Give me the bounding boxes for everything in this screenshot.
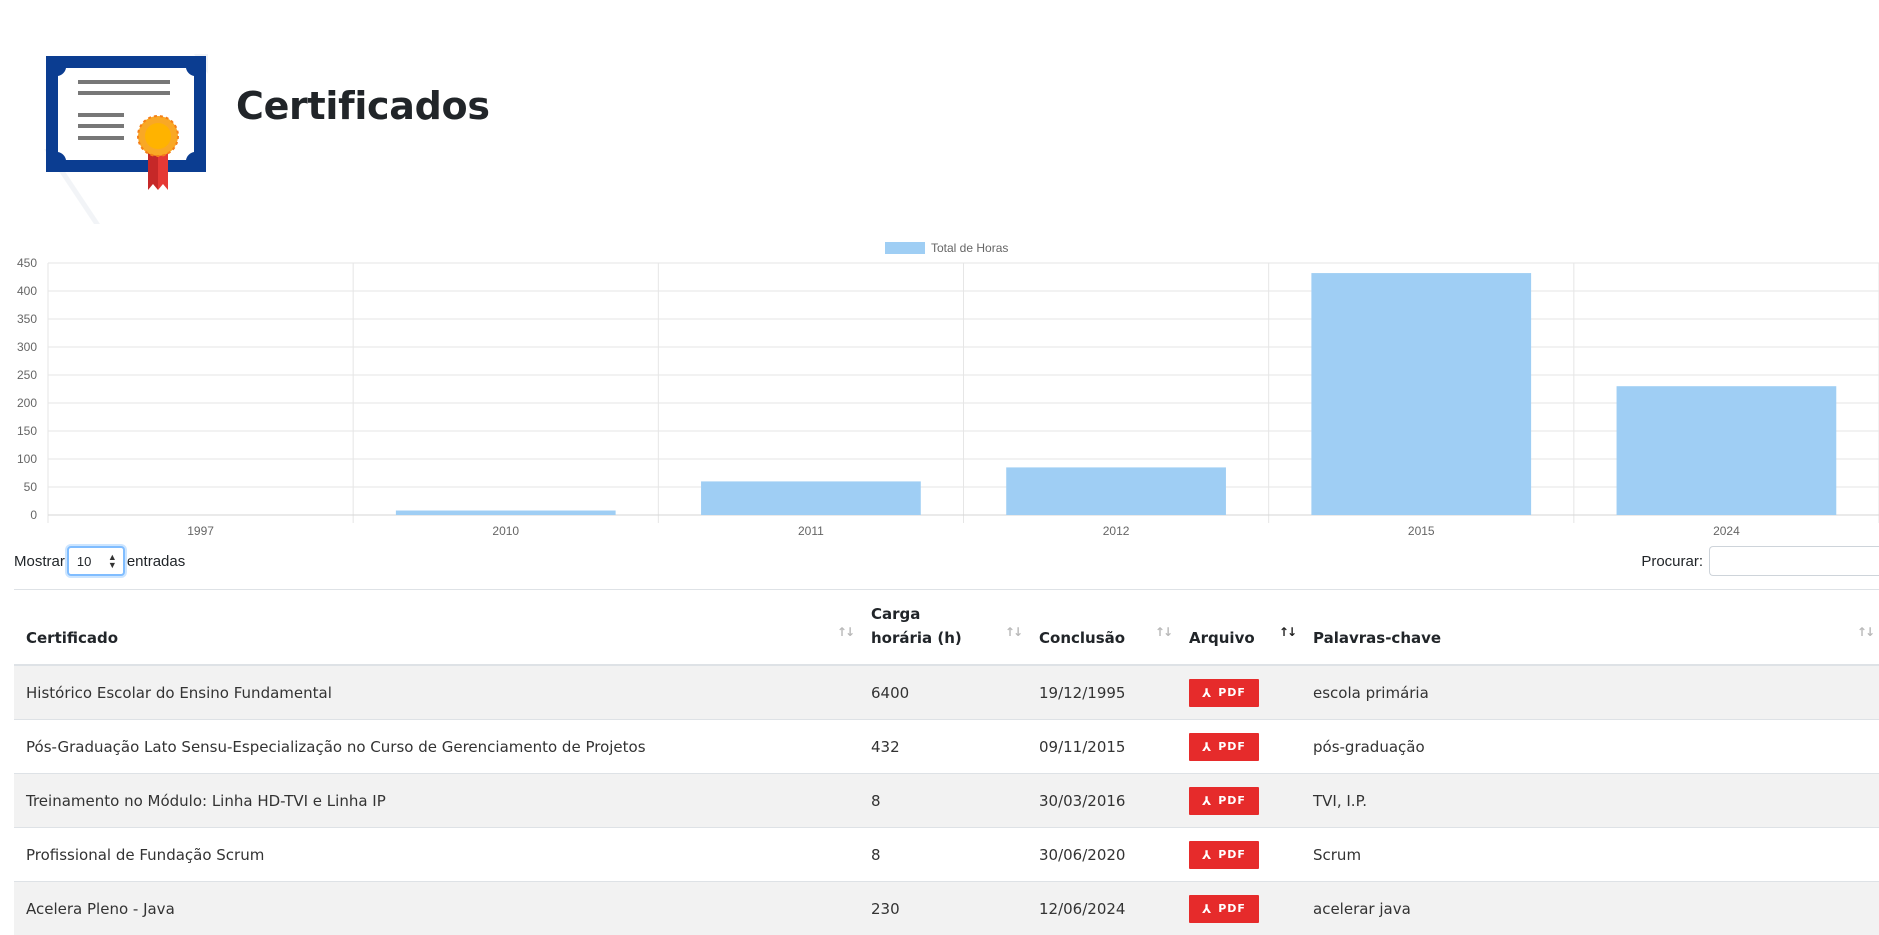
certificate-logo-icon bbox=[44, 54, 208, 224]
cell-conclusao: 30/03/2016 bbox=[1027, 774, 1177, 828]
cell-arquivo: ⅄ PDF bbox=[1177, 720, 1301, 774]
pdf-label: PDF bbox=[1218, 686, 1246, 699]
cell-arquivo: ⅄ PDF bbox=[1177, 774, 1301, 828]
table-row: Treinamento no Módulo: Linha HD-TVI e Li… bbox=[14, 774, 1879, 828]
y-tick-label: 400 bbox=[17, 284, 37, 298]
pdf-icon: ⅄ bbox=[1202, 740, 1212, 754]
cell-arquivo: ⅄ PDF bbox=[1177, 828, 1301, 882]
column-label: Certificado bbox=[26, 629, 118, 647]
page-title: Certificados bbox=[236, 84, 490, 128]
cell-conclusao: 30/06/2020 bbox=[1027, 828, 1177, 882]
bar-2010 bbox=[396, 511, 616, 515]
cell-palavras: TVI, I.P. bbox=[1301, 774, 1879, 828]
column-header-conclusao[interactable]: Conclusão ↑↓ bbox=[1027, 590, 1177, 665]
legend-swatch bbox=[885, 242, 925, 254]
sort-icon: ↑↓ bbox=[1857, 620, 1873, 644]
y-tick-label: 350 bbox=[17, 312, 37, 326]
table-row: Acelera Pleno - Java 230 12/06/2024 ⅄PDF… bbox=[14, 882, 1879, 935]
x-tick-label: 2024 bbox=[1713, 524, 1740, 538]
cell-conclusao: 09/11/2015 bbox=[1027, 720, 1177, 774]
entries-select-value: 10 bbox=[77, 554, 91, 569]
certificates-table: Certificado ↑↓ Carga horária (h) ↑↓ Conclu… bbox=[14, 590, 1879, 935]
column-label: Conclusão bbox=[1039, 629, 1125, 647]
cell-certificado: Treinamento no Módulo: Linha HD-TVI e Li… bbox=[14, 774, 859, 828]
cell-arquivo: ⅄ PDF bbox=[1177, 665, 1301, 720]
cell-palavras: pós-graduação bbox=[1301, 720, 1879, 774]
legend-label: Total de Horas bbox=[931, 241, 1008, 255]
y-tick-label: 50 bbox=[24, 480, 38, 494]
pdf-download-button[interactable]: ⅄ PDF bbox=[1189, 733, 1259, 761]
y-tick-label: 200 bbox=[17, 396, 37, 410]
y-tick-label: 0 bbox=[30, 508, 37, 522]
bar-chart: Total de Horas 0 50 100 150 200 250 300 350 400 45… bbox=[0, 232, 1879, 544]
cell-palavras: escola primária bbox=[1301, 665, 1879, 720]
bar-2011 bbox=[701, 481, 921, 515]
bar-2024 bbox=[1617, 386, 1837, 515]
pdf-label: PDF bbox=[1218, 740, 1246, 753]
search-input[interactable] bbox=[1709, 546, 1879, 576]
column-header-carga[interactable]: Carga horária (h) ↑↓ bbox=[859, 590, 1027, 665]
pdf-icon: ⅄ bbox=[1202, 794, 1212, 808]
entries-select[interactable]: 10 ▲▼ bbox=[67, 546, 125, 576]
column-label: Arquivo bbox=[1189, 629, 1255, 647]
entries-length-control: Mostrar 10 ▲▼ entradas bbox=[14, 543, 185, 579]
pdf-label: PDF bbox=[1218, 848, 1246, 861]
y-tick-label: 450 bbox=[17, 256, 37, 270]
pdf-download-button[interactable]: ⅄ PDF bbox=[1189, 787, 1259, 815]
cell-arquivo: ⅄PDF bbox=[1177, 882, 1301, 935]
chevron-updown-icon: ▲▼ bbox=[108, 553, 117, 569]
table-controls: Mostrar 10 ▲▼ entradas Procurar: bbox=[14, 543, 1879, 579]
cell-palavras: Scrum bbox=[1301, 828, 1879, 882]
cell-carga: 432 bbox=[859, 720, 1027, 774]
y-tick-label: 100 bbox=[17, 452, 37, 466]
bar-2012 bbox=[1006, 467, 1226, 515]
x-tick-label: 2011 bbox=[798, 524, 824, 538]
cell-carga: 6400 bbox=[859, 665, 1027, 720]
pdf-download-button[interactable]: ⅄ PDF bbox=[1189, 679, 1259, 707]
search-control: Procurar: bbox=[1641, 543, 1879, 579]
show-label: Mostrar bbox=[14, 553, 65, 570]
cell-carga: 8 bbox=[859, 774, 1027, 828]
cell-palavras: acelerar java bbox=[1301, 882, 1879, 935]
pdf-icon: ⅄ bbox=[1202, 848, 1212, 862]
y-tick-label: 150 bbox=[17, 424, 37, 438]
cell-conclusao: 19/12/1995 bbox=[1027, 665, 1177, 720]
entries-label: entradas bbox=[127, 553, 185, 570]
cell-certificado: Profissional de Fundação Scrum bbox=[14, 828, 859, 882]
x-tick-label: 2015 bbox=[1408, 524, 1435, 538]
cell-conclusao: 12/06/2024 bbox=[1027, 882, 1177, 935]
column-label: Carga horária (h) bbox=[871, 602, 981, 650]
pdf-download-button[interactable]: ⅄ PDF bbox=[1189, 841, 1259, 869]
table-row: Pós-Graduação Lato Sensu-Especialização … bbox=[14, 720, 1879, 774]
table-header-row: Certificado ↑↓ Carga horária (h) ↑↓ Conclu… bbox=[14, 590, 1879, 665]
x-tick-label: 2012 bbox=[1103, 524, 1130, 538]
column-header-certificado[interactable]: Certificado ↑↓ bbox=[14, 590, 859, 665]
column-label: Palavras-chave bbox=[1313, 629, 1441, 647]
sort-icon: ↑↓ bbox=[837, 620, 853, 644]
y-tick-label: 300 bbox=[17, 340, 37, 354]
cell-certificado: Histórico Escolar do Ensino Fundamental bbox=[14, 665, 859, 720]
column-header-arquivo[interactable]: Arquivo ↑↓ bbox=[1177, 590, 1301, 665]
search-label: Procurar: bbox=[1641, 553, 1703, 570]
certificates-table-wrapper: Certificado ↑↓ Carga horária (h) ↑↓ Conclu… bbox=[14, 589, 1879, 935]
cell-certificado: Acelera Pleno - Java bbox=[14, 882, 859, 935]
cell-carga: 8 bbox=[859, 828, 1027, 882]
table-row: Profissional de Fundação Scrum 8 30/06/2… bbox=[14, 828, 1879, 882]
cell-carga: 230 bbox=[859, 882, 1027, 935]
pdf-icon: ⅄ bbox=[1202, 686, 1212, 700]
bar-2015 bbox=[1311, 273, 1531, 515]
column-header-palavras[interactable]: Palavras-chave ↑↓ bbox=[1301, 590, 1879, 665]
sort-icon: ↑↓ bbox=[1155, 620, 1171, 644]
cell-certificado: Pós-Graduação Lato Sensu-Especialização … bbox=[14, 720, 859, 774]
y-tick-label: 250 bbox=[17, 368, 37, 382]
pdf-label: PDF bbox=[1218, 794, 1246, 807]
x-tick-label: 1997 bbox=[187, 524, 214, 538]
sort-desc-icon: ↑↓ bbox=[1279, 620, 1295, 644]
table-row: Histórico Escolar do Ensino Fundamental … bbox=[14, 665, 1879, 720]
x-tick-label: 2010 bbox=[492, 524, 519, 538]
sort-icon: ↑↓ bbox=[1005, 620, 1021, 644]
